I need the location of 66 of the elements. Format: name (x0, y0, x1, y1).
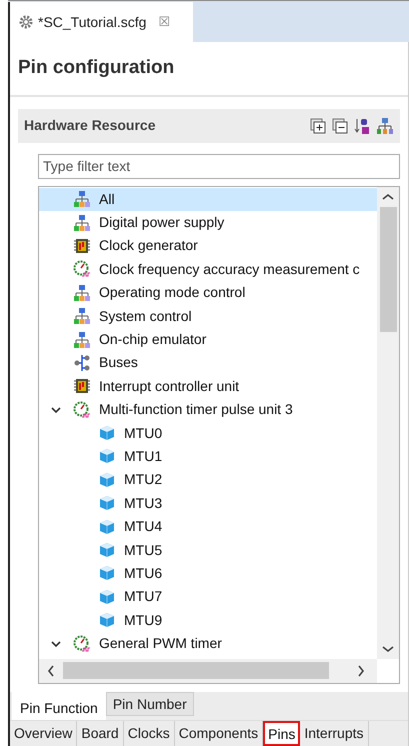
close-icon[interactable]: ☒ (158, 12, 170, 32)
network-icon (73, 330, 91, 349)
cube-icon (98, 588, 116, 606)
tree-item[interactable]: Multi-function timer pulse unit 3 (39, 398, 377, 422)
tree-item[interactable]: Operating mode control (39, 281, 377, 304)
gauge-icon (73, 260, 91, 278)
gauge-icon (73, 634, 91, 653)
tree-item[interactable]: Buses (39, 351, 377, 375)
network-icon (73, 307, 91, 326)
tree-item[interactable]: Digital power supply (39, 210, 377, 234)
cube-icon (98, 424, 116, 442)
cube-icon (98, 447, 116, 466)
tree-item[interactable]: MTU1 (39, 444, 377, 468)
tree-item[interactable]: Clock generator (39, 234, 377, 258)
cube-icon (98, 494, 116, 512)
chip-icon (73, 236, 91, 255)
page-tab[interactable]: Board (77, 721, 124, 746)
tree-item[interactable]: MTU5 (39, 538, 377, 562)
vertical-scrollbar[interactable] (377, 186, 399, 658)
network-icon (73, 284, 91, 302)
horizontal-scrollbar[interactable] (39, 658, 377, 682)
page-title: Pin configuration (17, 56, 176, 80)
view-tab[interactable]: Pin Number (106, 692, 194, 716)
tree-item[interactable]: MTU9 (39, 608, 377, 632)
tree-item[interactable]: Interrupt controller unit (39, 374, 377, 398)
tree-item[interactable]: MTU7 (39, 585, 377, 609)
page-tab[interactable]: Pins (263, 721, 300, 746)
tree-item[interactable]: System control (39, 304, 377, 328)
cube-icon (98, 518, 116, 536)
page-tab[interactable]: Clocks (124, 721, 175, 746)
cube-icon (98, 564, 116, 582)
scroll-right-icon[interactable] (357, 664, 365, 676)
tree-item[interactable]: MTU4 (39, 514, 377, 538)
hierarchy-icon[interactable] (376, 116, 394, 134)
cube-icon (98, 541, 116, 560)
tab-title: *SC_Tutorial.scfg (38, 12, 146, 32)
cube-icon (98, 470, 116, 489)
gauge-icon (73, 400, 91, 419)
tree-item[interactable]: General PWM timer (39, 632, 377, 656)
cube-icon (98, 611, 116, 630)
expand-all-icon[interactable] (310, 118, 326, 134)
scrollbar-thumb[interactable] (380, 206, 396, 332)
tree-item[interactable]: Clock frequency accuracy measurement c (39, 258, 377, 282)
page-tab[interactable]: Interrupts (300, 721, 368, 746)
tree-item[interactable]: MTU3 (39, 492, 377, 515)
network-icon (73, 214, 91, 232)
section-title: Hardware Resource (24, 116, 156, 135)
tree-item[interactable]: MTU2 (39, 468, 377, 492)
sort-icon[interactable] (354, 116, 370, 134)
network-icon (73, 190, 91, 208)
chip-icon (73, 377, 91, 396)
bus-icon (73, 354, 91, 372)
tree-item[interactable]: On-chip emulator (39, 328, 377, 352)
view-tab[interactable]: Pin Function (12, 692, 106, 720)
tree-item[interactable]: All (39, 188, 377, 211)
gear-icon (18, 14, 34, 30)
filter-field[interactable]: Type filter text (38, 154, 400, 178)
page-tab[interactable]: Overview (10, 721, 78, 746)
scroll-left-icon[interactable] (47, 664, 55, 676)
scroll-up-icon[interactable] (382, 192, 394, 200)
tree-item[interactable]: MTU0 (39, 421, 377, 445)
scroll-down-icon[interactable] (382, 644, 394, 652)
tree-item[interactable]: MTU6 (39, 562, 377, 586)
scrollbar-thumb[interactable] (63, 662, 329, 679)
collapse-all-icon[interactable] (332, 118, 348, 134)
editor-tab[interactable]: *SC_Tutorial.scfg ☒ (8, 2, 193, 42)
